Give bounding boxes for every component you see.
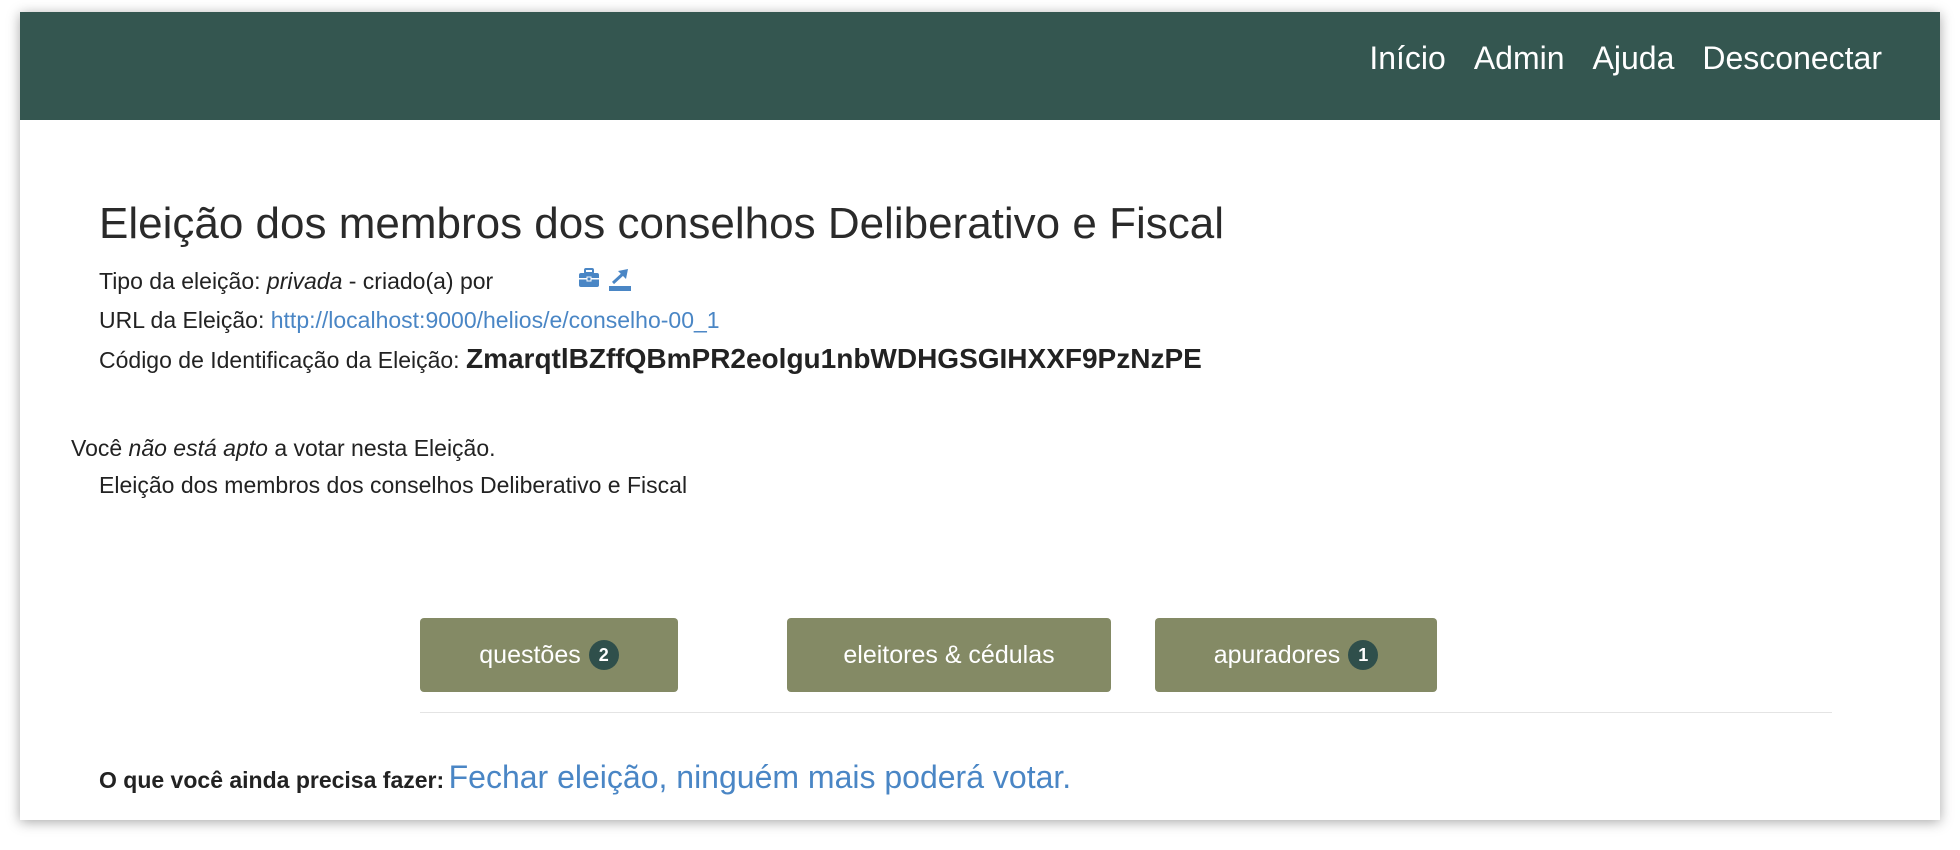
navbar: Início Admin Ajuda Desconectar — [20, 12, 1940, 120]
eligibility-status: Você não está apto a votar nesta Eleição… — [71, 433, 496, 463]
voters-ballots-button[interactable]: eleitores & cédulas — [787, 618, 1111, 692]
todo-row: O que você ainda precisa fazer: Fechar e… — [99, 757, 1071, 804]
questions-button[interactable]: questões 2 — [420, 618, 678, 692]
nav-logout-link[interactable]: Desconectar — [1702, 38, 1882, 78]
election-code-row: Código de Identificação da Eleição: Zmar… — [99, 344, 1202, 375]
admin-icons — [578, 268, 632, 292]
trustees-button-label: apuradores — [1213, 640, 1341, 669]
created-by-label: - criado(a) por — [348, 268, 494, 294]
eligibility-suffix: a votar nesta Eleição. — [274, 435, 496, 461]
election-type-row: Tipo da eleição: privada - criado(a) por — [99, 266, 632, 296]
trustees-count-badge: 1 — [1348, 640, 1379, 670]
questions-count-badge: 2 — [588, 640, 619, 670]
election-code-label: Código de Identificação da Eleição: — [99, 347, 460, 373]
election-code-value: ZmarqtlBZffQBmPR2eolgu1nbWDHGSGIHXXF9PzN… — [465, 343, 1202, 374]
nav-links: Início Admin Ajuda Desconectar — [1369, 38, 1882, 78]
eligibility-emphasis: não está apto — [128, 435, 268, 461]
election-url-link[interactable]: http://localhost:9000/helios/e/conselho-… — [271, 307, 720, 333]
election-title: Eleição dos membros dos conselhos Delibe… — [99, 199, 1224, 248]
nav-help-link[interactable]: Ajuda — [1593, 38, 1675, 78]
election-url-row: URL da Eleição: http://localhost:9000/he… — [99, 305, 720, 335]
app-window: Início Admin Ajuda Desconectar Eleição d… — [20, 12, 1940, 820]
eligibility-prefix: Você — [71, 435, 123, 461]
election-subtitle: Eleição dos membros dos conselhos Delibe… — [99, 472, 688, 498]
trustees-button[interactable]: apuradores 1 — [1155, 618, 1437, 692]
close-election-link[interactable]: Fechar eleição, ninguém mais poderá vota… — [449, 759, 1072, 795]
briefcase-icon[interactable] — [578, 268, 600, 292]
election-type-value: privada — [266, 268, 343, 294]
election-url-label: URL da Eleição: — [99, 307, 265, 333]
nav-home-link[interactable]: Início — [1369, 38, 1445, 78]
voters-button-label: eleitores & cédulas — [843, 640, 1055, 669]
divider — [420, 712, 1832, 713]
todo-label: O que você ainda precisa fazer: — [99, 767, 445, 793]
export-icon[interactable] — [608, 268, 632, 292]
nav-admin-link[interactable]: Admin — [1474, 38, 1565, 78]
election-type-label: Tipo da eleição: — [99, 268, 261, 294]
questions-button-label: questões — [479, 640, 581, 669]
